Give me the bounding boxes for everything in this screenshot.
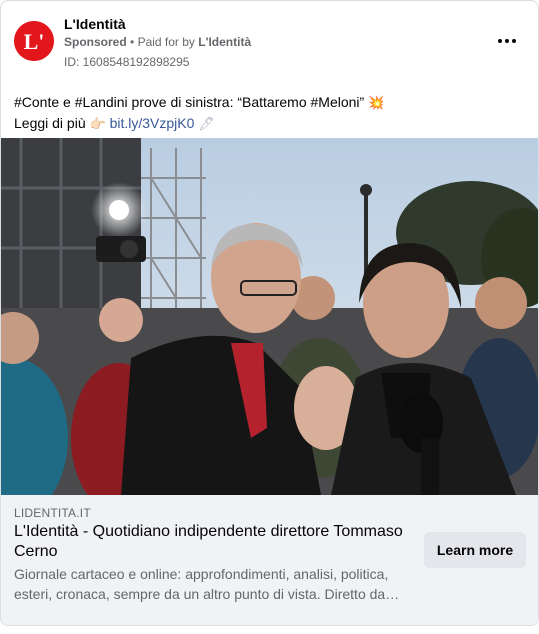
more-dot-icon bbox=[498, 39, 502, 43]
meta-separator: • bbox=[130, 35, 135, 49]
pointing-hand-emoji-icon: 👉🏻 bbox=[89, 116, 106, 131]
avatar-letter: L' bbox=[24, 29, 45, 54]
sponsored-meta: Sponsored • Paid for by L'Identità bbox=[64, 35, 251, 49]
sponsored-label[interactable]: Sponsored bbox=[64, 35, 127, 49]
post-photo[interactable] bbox=[1, 138, 538, 495]
post-message: #Conte e #Landini prove di sinistra: “Ba… bbox=[14, 92, 524, 134]
news-photo-image bbox=[1, 138, 538, 495]
post-header: L' L'Identità Sponsored • Paid for by L'… bbox=[1, 1, 538, 81]
link-preview[interactable]: LIDENTITA.IT L'Identità - Quotidiano ind… bbox=[1, 495, 538, 625]
collision-emoji-icon: 💥 bbox=[368, 95, 385, 110]
post-message-line-2: Leggi di più 👉🏻 bit.ly/3VzpjK0 🖊 bbox=[14, 113, 524, 134]
read-more-text: Leggi di più bbox=[14, 115, 86, 131]
page-avatar[interactable]: L' bbox=[14, 21, 54, 61]
lidentita-logo-icon: L' bbox=[14, 21, 54, 61]
short-link[interactable]: bit.ly/3VzpjK0 bbox=[110, 115, 195, 131]
link-description: Giornale cartaceo e online: approfondime… bbox=[14, 566, 400, 602]
ad-id: ID: 1608548192898295 bbox=[64, 55, 190, 69]
more-options-button[interactable] bbox=[493, 29, 521, 53]
pen-emoji-icon: 🖊 bbox=[198, 116, 215, 131]
learn-more-button[interactable]: Learn more bbox=[424, 532, 526, 568]
sponsored-post-card: L' L'Identità Sponsored • Paid for by L'… bbox=[0, 0, 539, 626]
link-domain: LIDENTITA.IT bbox=[14, 506, 91, 520]
paid-for-prefix: Paid for by bbox=[137, 35, 195, 49]
more-dot-icon bbox=[505, 39, 509, 43]
post-message-line-1: #Conte e #Landini prove di sinistra: “Ba… bbox=[14, 92, 524, 113]
more-dot-icon bbox=[512, 39, 516, 43]
link-title[interactable]: L'Identità - Quotidiano indipendente dir… bbox=[14, 522, 414, 562]
advertiser-name[interactable]: L'Identità bbox=[198, 35, 251, 49]
post-headline: #Conte e #Landini prove di sinistra: “Ba… bbox=[14, 94, 365, 110]
page-name-link[interactable]: L'Identità bbox=[64, 16, 126, 32]
